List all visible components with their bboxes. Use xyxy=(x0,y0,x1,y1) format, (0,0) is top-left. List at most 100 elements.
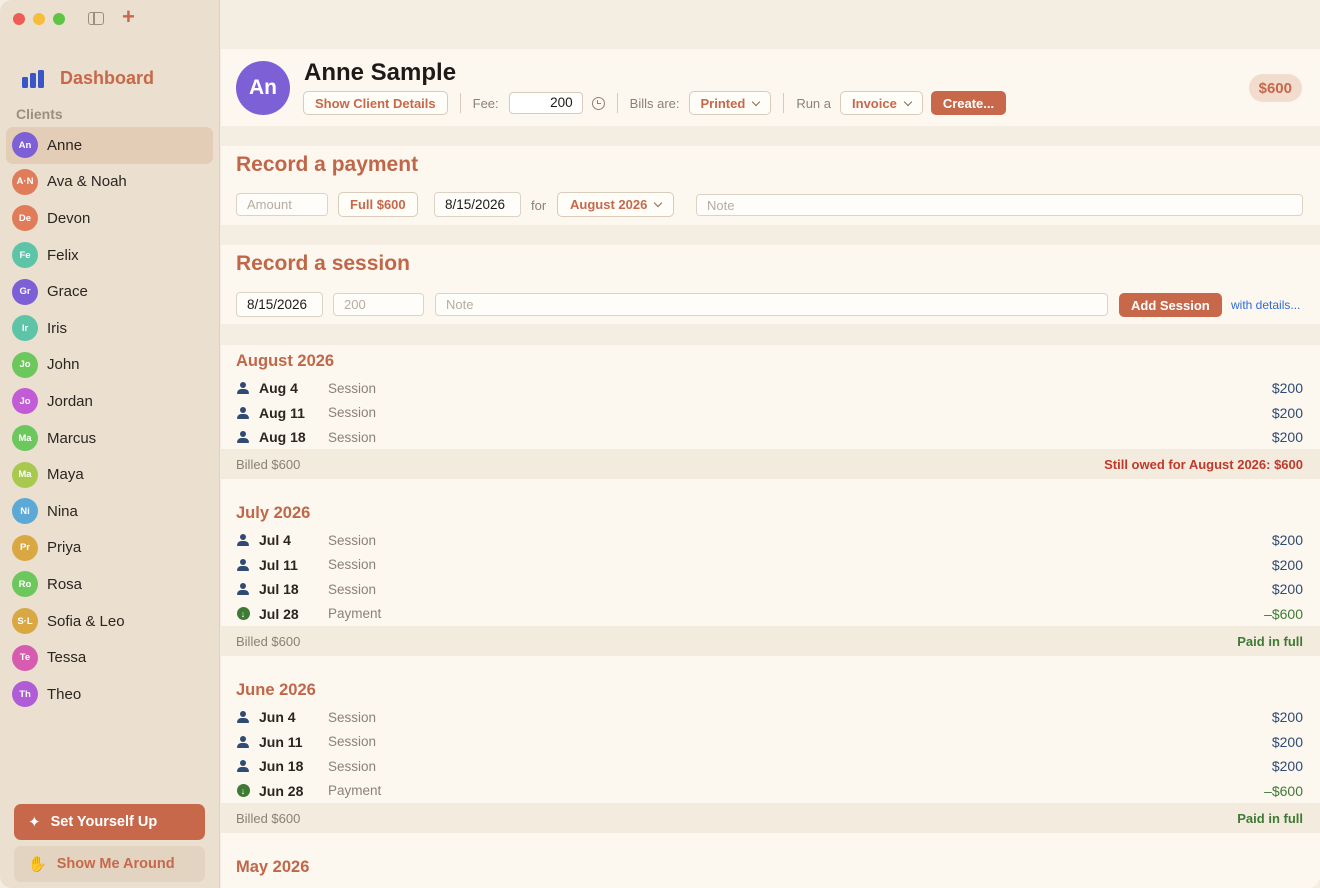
sidebar-client-item[interactable]: S·L Sofia & Leo xyxy=(6,603,213,640)
entry-type: Session xyxy=(328,709,377,725)
show-client-details-button[interactable]: Show Client Details xyxy=(303,91,448,115)
sidebar-client-item[interactable]: An Anne xyxy=(6,127,213,164)
session-entry-row[interactable]: Jun 18 Session $200 xyxy=(236,754,1303,778)
session-entry-row[interactable]: Jul 4 Session $200 xyxy=(236,528,1303,552)
chevron-down-icon xyxy=(654,198,663,208)
sidebar-client-item[interactable]: Ir Iris xyxy=(6,310,213,347)
sidebar-client-item[interactable]: A·N Ava & Noah xyxy=(6,164,213,201)
waving-hand-icon: ✋ xyxy=(28,856,47,873)
session-entry-row[interactable]: Aug 4 Session $200 xyxy=(236,376,1303,400)
entry-type: Session xyxy=(328,380,377,396)
client-avatar: Gr xyxy=(12,278,38,305)
session-date-field[interactable]: 8/15/2026 xyxy=(236,292,323,317)
session-entry-row[interactable]: Jul 11 Session $200 xyxy=(236,553,1303,577)
month-status: Paid in full xyxy=(1237,810,1303,826)
month-title: May 2026 xyxy=(236,858,310,876)
session-entry-row[interactable]: Jun 11 Session $200 xyxy=(236,730,1303,754)
clients-heading: Clients xyxy=(16,106,63,122)
month-section-august: August 2026 Aug 4 Session $200 Aug 11 Sessio… xyxy=(221,345,1320,498)
app-window: + Dashboard Clients An Anne A·N Ava & Noah D… xyxy=(0,0,1320,888)
payment-month-dropdown[interactable]: August 2026 xyxy=(557,192,675,217)
bar-chart-icon xyxy=(22,69,44,88)
sidebar-toggle-icon[interactable] xyxy=(88,12,104,25)
entry-amount: $200 xyxy=(1271,733,1303,750)
client-name: Iris xyxy=(47,319,67,337)
entry-date: Aug 18 xyxy=(259,429,306,445)
bills-format-dropdown[interactable]: Printed xyxy=(688,91,772,115)
set-yourself-up-label: Set Yourself Up xyxy=(50,814,158,830)
for-label: for xyxy=(531,198,547,213)
person-icon xyxy=(236,735,250,748)
create-button[interactable]: Create... xyxy=(930,91,1007,115)
month-status: Still owed for August 2026: $600 xyxy=(1104,456,1303,472)
entry-amount: $200 xyxy=(1271,532,1303,548)
client-name: Sofia & Leo xyxy=(47,612,125,630)
sidebar-client-item[interactable]: Gr Grace xyxy=(6,273,213,310)
sidebar-client-item[interactable]: Ma Marcus xyxy=(6,420,213,457)
client-name: Jordan xyxy=(47,392,93,410)
client-toolbar: Show Client Details Fee: 200 Bills are: … xyxy=(303,91,1007,115)
sidebar-client-item[interactable]: Th Theo xyxy=(6,676,213,713)
run-type-dropdown[interactable]: Invoice xyxy=(840,91,923,115)
add-client-plus-icon[interactable]: + xyxy=(122,6,135,28)
payment-amount-input[interactable]: Amount xyxy=(236,193,328,216)
add-session-button[interactable]: Add Session xyxy=(1119,293,1222,317)
sidebar-client-item[interactable]: Te Tessa xyxy=(6,639,213,676)
show-me-around-button[interactable]: ✋ Show Me Around xyxy=(14,846,205,882)
entry-amount: $200 xyxy=(1271,429,1303,445)
toolbar-divider xyxy=(459,93,461,113)
billed-total: Billed $600 xyxy=(236,633,301,649)
bills-format-value: Printed xyxy=(700,95,746,111)
client-avatar: An xyxy=(236,61,290,115)
payment-entry-row[interactable]: ↓ Jul 28 Payment –$600 xyxy=(236,602,1303,626)
close-window-button[interactable] xyxy=(13,13,25,25)
toolbar-divider xyxy=(783,93,785,113)
set-yourself-up-button[interactable]: ✦ Set Yourself Up xyxy=(14,804,205,840)
sidebar-client-item[interactable]: Fe Felix xyxy=(6,237,213,274)
client-avatar: Th xyxy=(12,681,38,708)
session-entry-row[interactable]: Jul 18 Session $200 xyxy=(236,577,1303,601)
payment-received-icon: ↓ xyxy=(236,607,250,620)
session-entry-row[interactable]: Aug 18 Session $200 xyxy=(236,425,1303,449)
entry-date: Jul 28 xyxy=(259,605,299,622)
entry-date: Aug 11 xyxy=(259,404,305,421)
session-entry-row[interactable]: Aug 11 Session $200 xyxy=(236,401,1303,425)
session-note-input[interactable]: Note xyxy=(435,293,1108,316)
client-avatar: Fe xyxy=(12,242,38,269)
entry-amount: $200 xyxy=(1271,709,1303,725)
zoom-window-button[interactable] xyxy=(53,13,65,25)
fee-label: Fee: xyxy=(472,95,499,111)
sidebar-client-item[interactable]: Ro Rosa xyxy=(6,566,213,603)
sidebar-client-item[interactable]: Ma Maya xyxy=(6,456,213,493)
entry-amount: $200 xyxy=(1271,380,1303,396)
payment-month-value: August 2026 xyxy=(570,197,648,212)
payment-received-icon: ↓ xyxy=(236,784,250,797)
run-a-label: Run a xyxy=(796,95,832,111)
entry-date: Jul 4 xyxy=(259,532,291,548)
sidebar-client-item[interactable]: Jo John xyxy=(6,347,213,384)
with-details-link[interactable]: with details... xyxy=(1231,298,1300,312)
fee-history-clock-icon[interactable] xyxy=(591,96,605,110)
full-amount-button[interactable]: Full $600 xyxy=(338,192,418,217)
person-icon xyxy=(236,431,250,443)
sidebar-client-item[interactable]: Pr Priya xyxy=(6,530,213,567)
month-title: July 2026 xyxy=(236,504,311,522)
entry-amount: $200 xyxy=(1271,556,1303,573)
payment-date-field[interactable]: 8/15/2026 xyxy=(434,192,521,217)
sidebar-item-dashboard[interactable]: Dashboard xyxy=(22,68,154,89)
sidebar-client-item[interactable]: Jo Jordan xyxy=(6,383,213,420)
session-entry-row[interactable]: Jun 4 Session $200 xyxy=(236,705,1303,729)
fee-field[interactable]: 200 xyxy=(508,92,583,114)
billed-total: Billed $600 xyxy=(236,456,301,472)
sidebar-client-item[interactable]: De Devon xyxy=(6,200,213,237)
chevron-down-icon xyxy=(752,97,761,106)
minimize-window-button[interactable] xyxy=(33,13,45,25)
session-fee-input[interactable]: 200 xyxy=(333,293,424,316)
bills-are-label: Bills are: xyxy=(629,95,680,111)
sidebar-client-item[interactable]: Ni Nina xyxy=(6,493,213,530)
client-name: Felix xyxy=(47,246,79,264)
payment-entry-row[interactable]: ↓ Jun 28 Payment –$600 xyxy=(236,779,1303,803)
payment-note-input[interactable]: Note xyxy=(696,194,1303,216)
month-summary-row: Billed $600 Still owed for August 2026: … xyxy=(221,449,1320,479)
month-title: August 2026 xyxy=(236,352,335,370)
